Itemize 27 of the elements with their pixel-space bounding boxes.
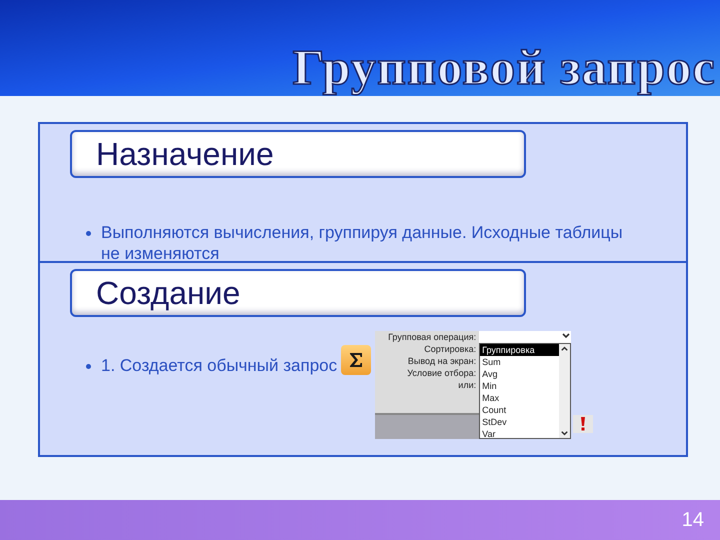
grid-row-label: Условие отбора:	[407, 367, 476, 379]
dropdown-option[interactable]: Sum	[480, 356, 560, 368]
dropdown-option[interactable]: StDev	[480, 416, 560, 428]
bullet-text: Выполняются вычисления, группируя данные. Исходные таблицы не изменяются	[101, 222, 624, 264]
grid-row-label: Групповая операция:	[388, 331, 476, 343]
grid-row-label: Вывод на экран:	[408, 355, 476, 367]
dropdown-option[interactable]: Avg	[480, 368, 560, 380]
scroll-up-icon[interactable]	[560, 344, 570, 353]
sigma-button[interactable]	[341, 345, 372, 375]
run-button[interactable]	[573, 415, 594, 433]
scrollbar[interactable]	[559, 344, 570, 438]
section-heading: Назначение	[70, 130, 526, 178]
bullet-icon	[86, 231, 91, 236]
chevron-down-icon	[561, 331, 572, 341]
grid-row-label: Сортировка:	[424, 343, 476, 355]
section-heading: Создание	[70, 269, 526, 317]
dropdown-option[interactable]: Min	[480, 380, 560, 392]
scroll-down-icon[interactable]	[560, 429, 570, 438]
dropdown-option[interactable]: Count	[480, 404, 560, 416]
bullet-icon	[86, 364, 91, 369]
page-number: 14	[682, 508, 704, 533]
grid-row-label: или:	[458, 379, 476, 391]
bullet-text: 1. Создается обычный запрос	[101, 355, 338, 376]
dropdown-option[interactable]: Группировка	[480, 344, 560, 356]
exclamation-icon	[580, 417, 586, 431]
dropdown-option[interactable]: Var	[480, 428, 560, 438]
dropdown-option[interactable]: Max	[480, 392, 560, 404]
